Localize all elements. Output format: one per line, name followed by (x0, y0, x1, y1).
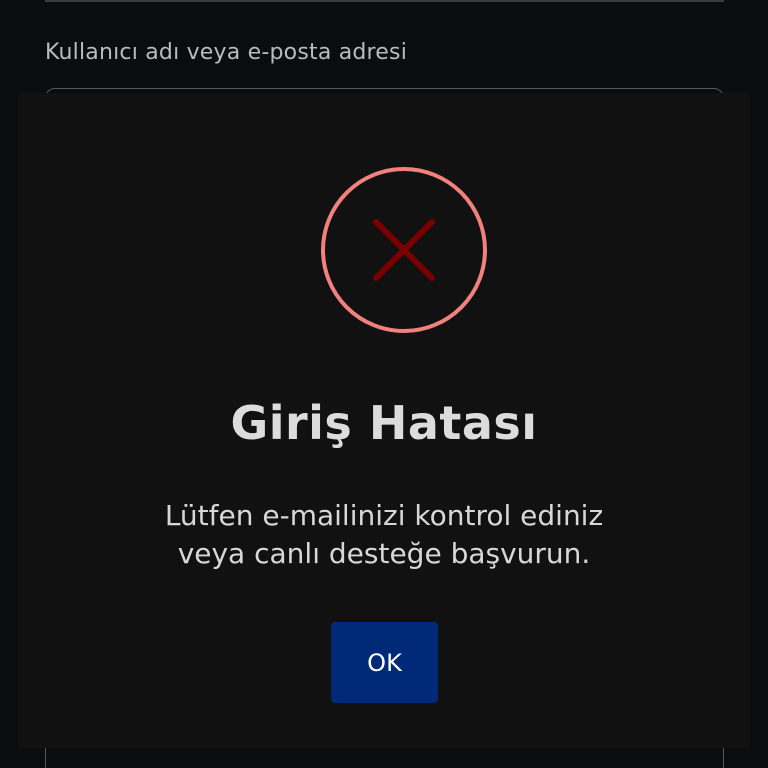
dialog-title: Giriş Hatası (230, 396, 538, 450)
error-circle-icon (321, 167, 487, 333)
ok-button[interactable]: OK (331, 622, 438, 703)
close-x-icon (373, 219, 435, 281)
dialog-message: Lütfen e-mailinizi kontrol ediniz veya c… (78, 497, 690, 573)
username-field-label: Kullanıcı adı veya e-posta adresi (45, 40, 408, 65)
login-page: Kullanıcı adı veya e-posta adresi Giriş … (0, 0, 768, 768)
error-dialog: Giriş Hatası Lütfen e-mailinizi kontrol … (18, 93, 750, 748)
dialog-message-line-2: veya canlı desteğe başvurun. (177, 537, 591, 570)
dialog-message-line-1: Lütfen e-mailinizi kontrol ediniz (164, 499, 604, 532)
divider (45, 0, 724, 2)
